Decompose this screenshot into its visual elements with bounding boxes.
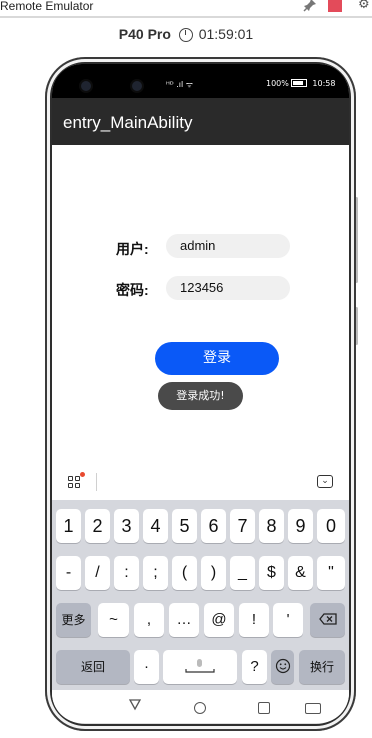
divider xyxy=(0,16,372,18)
keyboard-switch-icon[interactable] xyxy=(305,703,321,714)
notification-dot xyxy=(80,472,85,477)
key-0[interactable]: 0 xyxy=(317,509,345,543)
emoji-key[interactable] xyxy=(271,650,294,684)
battery-percent: 100% xyxy=(266,79,289,88)
key-semicolon[interactable]: ; xyxy=(143,556,168,590)
divider xyxy=(96,473,97,491)
emoji-icon xyxy=(275,658,290,674)
key-3[interactable]: 3 xyxy=(114,509,139,543)
battery-indicator: 100% 10:58 xyxy=(266,79,335,88)
key-dot[interactable]: · xyxy=(134,650,159,684)
enter-key[interactable]: 换行 xyxy=(299,650,345,684)
session-timer: 01:59:01 xyxy=(198,26,254,42)
key-ampersand[interactable]: & xyxy=(288,556,313,590)
recent-apps-icon[interactable] xyxy=(258,702,270,714)
key-apostrophe[interactable]: ' xyxy=(273,603,303,637)
backspace-icon xyxy=(318,613,337,625)
key-open-paren[interactable]: ( xyxy=(172,556,197,590)
key-2[interactable]: 2 xyxy=(85,509,110,543)
front-camera xyxy=(81,81,91,91)
device-name: P40 Pro xyxy=(118,26,171,42)
key-tilde[interactable]: ~ xyxy=(98,603,129,637)
home-icon[interactable] xyxy=(194,702,206,714)
app-title: entry_MainAbility xyxy=(63,113,193,132)
close-icon[interactable] xyxy=(328,0,342,12)
device-info: P40 Pro 01:59:01 xyxy=(0,26,372,48)
status-time: 10:58 xyxy=(312,79,336,88)
key-8[interactable]: 8 xyxy=(259,509,284,543)
key-9[interactable]: 9 xyxy=(288,509,313,543)
key-hyphen[interactable]: - xyxy=(56,556,81,590)
back-icon[interactable] xyxy=(128,698,142,712)
return-key[interactable]: 返回 xyxy=(56,650,130,684)
user-label: 用户: xyxy=(116,241,149,257)
key-slash[interactable]: / xyxy=(85,556,110,590)
key-close-paren[interactable]: ) xyxy=(201,556,226,590)
key-5[interactable]: 5 xyxy=(172,509,197,543)
username-input[interactable]: admin xyxy=(166,234,290,258)
password-input[interactable]: 123456 xyxy=(166,276,290,300)
gear-icon[interactable]: ⚙ xyxy=(358,0,372,13)
login-button[interactable]: 登录 xyxy=(155,342,279,375)
key-ellipsis[interactable]: … xyxy=(169,603,199,637)
key-6[interactable]: 6 xyxy=(201,509,226,543)
pin-icon[interactable] xyxy=(301,0,319,14)
key-dollar[interactable]: $ xyxy=(259,556,284,590)
front-camera-secondary xyxy=(132,81,142,91)
battery-icon xyxy=(290,79,307,87)
grid-icon[interactable] xyxy=(68,476,82,490)
backspace-key[interactable] xyxy=(310,603,345,637)
key-4[interactable]: 4 xyxy=(143,509,168,543)
key-comma[interactable]: , xyxy=(134,603,164,637)
emulator-title: Remote Emulator xyxy=(0,0,94,13)
key-at[interactable]: @ xyxy=(204,603,234,637)
key-1[interactable]: 1 xyxy=(56,509,81,543)
key-question[interactable]: ? xyxy=(242,650,267,684)
toast-message: 登录成功! xyxy=(158,382,243,410)
phone-screen: ᴴᴰ .ıl ᯤ 100% 10:58 entry_MainAbility 用户… xyxy=(52,64,349,723)
timer-icon xyxy=(178,28,193,42)
key-underscore[interactable]: _ xyxy=(230,556,255,590)
space-key[interactable] xyxy=(163,650,237,684)
password-label: 密码: xyxy=(116,282,149,298)
key-exclamation[interactable]: ! xyxy=(239,603,269,637)
hide-keyboard-icon[interactable]: ⌄ xyxy=(317,475,333,488)
key-colon[interactable]: : xyxy=(114,556,139,590)
microphone-icon xyxy=(185,659,215,673)
key-quote[interactable]: " xyxy=(317,556,345,590)
signal-indicator: ᴴᴰ .ıl ᯤ xyxy=(166,80,194,89)
key-7[interactable]: 7 xyxy=(230,509,255,543)
more-symbols-key[interactable]: 更多 xyxy=(56,603,91,637)
